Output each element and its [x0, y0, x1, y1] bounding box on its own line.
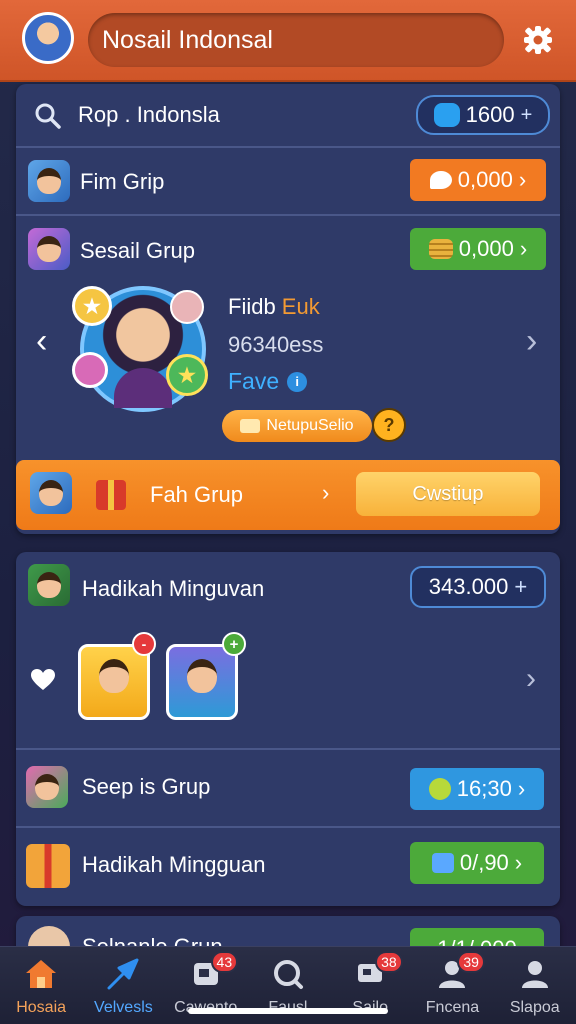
group-avatar-icon	[28, 228, 70, 270]
home-indicator[interactable]	[188, 1008, 388, 1014]
nav-label: Slapoa	[509, 999, 560, 1016]
chevron-right-icon: ›	[322, 480, 330, 505]
notification-badge: 38	[375, 951, 403, 973]
group-value: 0,000	[458, 236, 514, 261]
nav-label: Velvesls	[94, 999, 153, 1016]
group-value-button[interactable]: 0,000 ›	[410, 228, 546, 270]
plus-icon: +	[520, 103, 533, 126]
home-icon	[24, 957, 58, 991]
list-item[interactable]: Seep is Grup 16;30 ›	[16, 750, 560, 826]
nav-item-fncena[interactable]: Fncena 39	[411, 947, 493, 1024]
gift-icon	[26, 844, 70, 888]
group-value: 16;30	[456, 776, 512, 801]
tag-label: NetupuSelio	[266, 417, 354, 434]
chevron-right-icon: ›	[519, 236, 528, 261]
group-label: Sesail Grup	[80, 238, 195, 263]
chevron-right-icon: ›	[514, 850, 523, 875]
featured-name: Fiidb Euk	[228, 294, 320, 320]
star-icon: ★	[72, 286, 112, 326]
featured-name-prefix: Fiidb	[228, 294, 282, 319]
featured-name-highlight: Euk	[281, 294, 320, 319]
featured-stat: 96340ess	[228, 332, 324, 357]
gear-icon[interactable]	[520, 22, 556, 58]
nav-item-home[interactable]: Hosaia	[0, 947, 82, 1024]
group-avatar-icon	[28, 160, 70, 202]
weekly-title: Hadikah Minguvan	[82, 576, 265, 601]
balance-value: 1600	[465, 102, 515, 127]
clover-icon	[428, 778, 451, 800]
profile-icon	[518, 957, 552, 991]
group-label: Fim Grip	[80, 169, 165, 194]
band-label: Fah Grup	[150, 482, 243, 507]
group-value-button[interactable]: 16;30 ›	[410, 768, 544, 810]
ticket-icon	[240, 419, 261, 433]
notification-badge: 39	[457, 951, 485, 973]
heart-icon	[30, 668, 56, 692]
group-value-button[interactable]: 0/,90 ›	[410, 842, 544, 884]
group-avatar-icon	[28, 564, 70, 606]
fave-label: Fave	[228, 368, 280, 394]
fave-row[interactable]: Fave i	[228, 368, 308, 395]
weekly-card: Hadikah Minguvan 343.000 + - + › Seep is…	[16, 552, 560, 906]
group-value-button[interactable]: 0,000 ›	[410, 159, 546, 201]
notification-badge: 43	[210, 951, 239, 973]
wallet-icon	[433, 103, 460, 127]
list-item[interactable]: Sesail Grup 0,000 ›	[16, 216, 560, 282]
group-avatar-icon	[30, 472, 72, 514]
weekly-header[interactable]: Hadikah Minguvan 343.000 +	[16, 552, 560, 622]
avatar[interactable]	[22, 12, 74, 64]
search-icon[interactable]	[34, 102, 62, 130]
bird-icon	[429, 171, 452, 189]
candy-icon	[72, 352, 108, 388]
chevron-right-icon[interactable]: ›	[526, 662, 536, 696]
gift-icon	[96, 480, 126, 510]
page-title-pill[interactable]: Nosail Indonsal	[88, 13, 504, 67]
band-button-label: Cwstiup	[412, 482, 484, 505]
top-bar: Nosail Indonsal	[0, 0, 576, 82]
search-icon	[271, 957, 305, 991]
group-value: 0/,90	[459, 850, 509, 875]
add-badge-icon[interactable]: +	[222, 632, 246, 656]
chevron-right-icon: ›	[517, 776, 526, 801]
page-title: Nosail Indonsal	[102, 25, 273, 54]
star-badge-icon: ★	[166, 354, 208, 396]
reward-card[interactable]	[166, 644, 238, 720]
group-avatar-icon	[26, 766, 68, 808]
weekly-value: 343.000	[428, 574, 509, 599]
search-label: Rop . Indonsla	[78, 102, 220, 127]
help-icon[interactable]: ?	[372, 408, 406, 442]
remove-badge-icon[interactable]: -	[132, 632, 156, 656]
weekly-value-pill[interactable]: 343.000 +	[410, 566, 546, 608]
chevron-left-icon[interactable]: ‹	[36, 322, 47, 361]
plus-icon: +	[514, 574, 528, 599]
group-value: 0,000	[457, 167, 513, 192]
search-row[interactable]: Rop . Indonsla 1600 +	[16, 84, 560, 146]
nav-item-slapoa[interactable]: Slapoa	[494, 947, 576, 1024]
nav-item-velvesls[interactable]: Velvesls	[82, 947, 164, 1024]
tag-badge[interactable]: NetupuSelio	[222, 410, 372, 442]
group-label: Seep is Grup	[82, 774, 211, 799]
reward-card[interactable]	[78, 644, 150, 720]
list-item[interactable]: Fim Grip 0,000 ›	[16, 148, 560, 214]
main-card: Rop . Indonsla 1600 + Fim Grip 0,000 › S…	[16, 84, 560, 534]
balance-pill[interactable]: 1600 +	[416, 95, 550, 135]
band-action-button[interactable]: Cwstiup	[356, 472, 540, 516]
info-icon[interactable]: i	[287, 371, 308, 392]
nav-label: Fncena	[425, 999, 480, 1016]
group-label: Hadikah Mingguan	[82, 852, 266, 877]
box-icon	[431, 853, 454, 873]
arrow-icon	[106, 957, 140, 991]
nav-label: Hosaia	[16, 999, 67, 1016]
chevron-right-icon: ›	[518, 167, 527, 192]
friend-avatar	[170, 290, 204, 324]
fah-grup-band[interactable]: Fah Grup › Cwstiup	[16, 460, 560, 530]
coins-icon	[428, 239, 453, 259]
list-item[interactable]: Hadikah Mingguan 0/,90 ›	[16, 828, 560, 904]
chevron-right-icon[interactable]: ›	[526, 322, 537, 361]
